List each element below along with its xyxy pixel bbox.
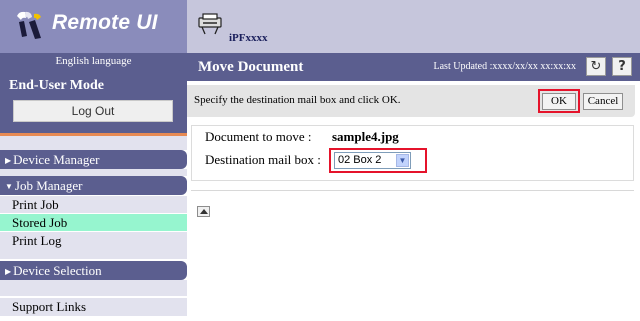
scroll-to-top-button[interactable]: [197, 206, 210, 217]
nav-job-manager-label: Job Manager: [14, 178, 83, 193]
last-updated-text: Last Updated :xxxx/xx/xx xx:xx:xx: [433, 61, 577, 72]
refresh-icon: ↻: [590, 59, 602, 74]
page-title: Move Document: [198, 59, 304, 75]
nav-spacer: [0, 169, 187, 176]
nav-item-support-links[interactable]: Support Links: [0, 298, 187, 316]
logout-button[interactable]: Log Out: [13, 100, 173, 122]
help-button[interactable]: ?: [612, 57, 632, 76]
title-bar: Move Document Last Updated :xxxx/xx/xx x…: [187, 53, 640, 81]
nav-device-selection[interactable]: ▶ Device Selection: [0, 261, 187, 280]
refresh-button[interactable]: ↻: [586, 57, 606, 76]
triangle-right-icon: ▶: [5, 156, 12, 165]
printer-icon: [198, 13, 222, 35]
content-divider: [191, 190, 634, 191]
destination-mailbox-select[interactable]: 02 Box 2 ▼: [334, 152, 411, 169]
nav-device-selection-label: Device Selection: [13, 263, 102, 278]
cancel-button[interactable]: Cancel: [583, 93, 623, 110]
nav-spacer: [0, 249, 187, 259]
nav-spacer: [0, 280, 187, 296]
logo-text: Remote UI: [52, 11, 158, 34]
triangle-right-icon: ▶: [5, 267, 12, 276]
printer-name: iPFxxxx: [229, 32, 268, 44]
nav-device-manager[interactable]: ▶ Device Manager: [0, 150, 187, 169]
language-label: English language: [0, 53, 187, 72]
main-panel: iPFxxxx Move Document Last Updated :xxxx…: [187, 0, 640, 321]
nav-spacer: [0, 136, 187, 150]
logo-bar: Remote UI: [0, 0, 187, 53]
move-document-form: Document to move : sample4.jpg Destinati…: [191, 125, 634, 181]
triangle-down-icon: ▼: [5, 182, 13, 191]
mode-label: End-User Mode: [9, 78, 105, 93]
nav-item-print-job[interactable]: Print Job: [0, 196, 187, 213]
chevron-down-icon[interactable]: ▼: [396, 154, 409, 167]
nav-device-manager-label: Device Manager: [13, 152, 100, 167]
sidebar: Remote UI English language End-User Mode…: [0, 0, 187, 321]
arrow-up-icon: [200, 209, 208, 214]
remote-ui-logo-icon: [17, 11, 41, 39]
nav-item-stored-job[interactable]: Stored Job: [0, 214, 187, 231]
nav-job-manager[interactable]: ▼ Job Manager: [0, 176, 187, 195]
printer-header: iPFxxxx: [187, 0, 640, 53]
ok-button[interactable]: OK: [542, 93, 576, 110]
destination-select-value: 02 Box 2: [338, 154, 382, 166]
instruction-bar: Specify the destination mail box and cli…: [187, 85, 635, 117]
nav-item-print-log[interactable]: Print Log: [0, 232, 187, 249]
document-label: Document to move :: [205, 129, 312, 144]
destination-label: Destination mail box :: [205, 152, 321, 167]
document-value: sample4.jpg: [332, 129, 399, 144]
instruction-text: Specify the destination mail box and cli…: [194, 94, 401, 106]
user-area: End-User Mode Log Out: [0, 72, 187, 133]
